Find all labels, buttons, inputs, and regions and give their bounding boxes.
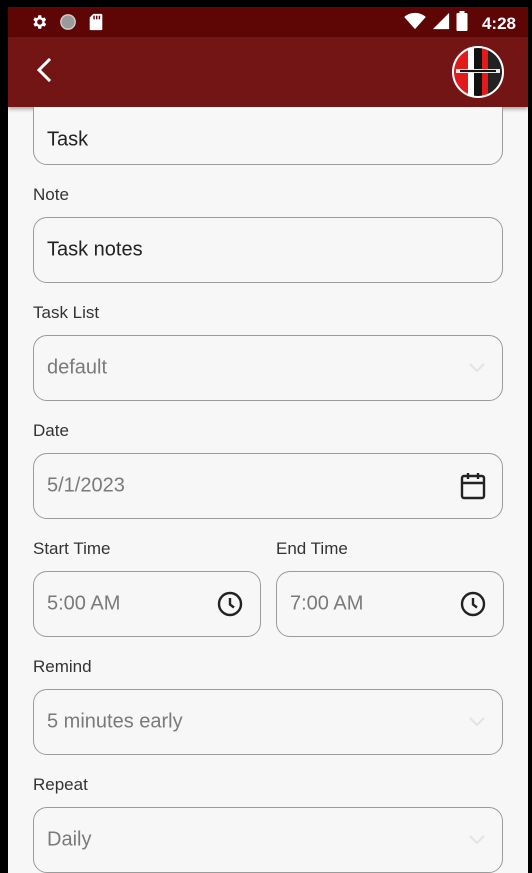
- clock-icon[interactable]: [217, 591, 243, 617]
- remind-dropdown[interactable]: 5 minutes early: [33, 689, 503, 755]
- end-time-value: 7:00 AM: [290, 592, 364, 615]
- date-value: 5/1/2023: [47, 474, 125, 497]
- task-title-value: Task: [47, 128, 89, 151]
- app-bar: [8, 37, 528, 107]
- calendar-icon[interactable]: [460, 472, 486, 500]
- note-label: Note: [33, 185, 69, 204]
- status-bar: 4:28: [8, 7, 528, 37]
- phone-screen: 4:28 Task Note Task notes Task List defa…: [8, 7, 528, 873]
- status-bar-right: 4:28: [404, 11, 516, 36]
- note-value: Task notes: [47, 238, 143, 261]
- cellular-signal-icon: [432, 12, 450, 35]
- end-time-field[interactable]: 7:00 AM: [276, 571, 504, 637]
- date-label: Date: [33, 421, 69, 440]
- start-time-field[interactable]: 5:00 AM: [33, 571, 261, 637]
- note-input[interactable]: Task notes: [33, 217, 503, 283]
- back-button[interactable]: [30, 57, 58, 87]
- repeat-label: Repeat: [33, 775, 88, 794]
- chevron-left-icon: [36, 57, 52, 87]
- remind-value: 5 minutes early: [47, 710, 183, 733]
- sd-card-icon: [88, 13, 104, 36]
- task-list-value: default: [47, 356, 108, 379]
- repeat-value: Daily: [47, 828, 92, 851]
- date-field[interactable]: 5/1/2023: [33, 453, 503, 519]
- chevron-down-icon: [468, 834, 486, 846]
- end-time-label: End Time: [276, 539, 348, 558]
- start-time-label: Start Time: [33, 539, 111, 558]
- remind-label: Remind: [33, 657, 92, 676]
- battery-icon: [456, 11, 468, 36]
- status-bar-left: [30, 13, 104, 36]
- wifi-icon: [404, 12, 426, 35]
- task-list-label: Task List: [33, 303, 100, 322]
- task-title-field[interactable]: Task: [33, 107, 503, 165]
- chevron-down-icon: [468, 362, 486, 374]
- task-list-dropdown[interactable]: default: [33, 335, 503, 401]
- task-form: Task Note Task notes Task List default D…: [8, 107, 528, 873]
- repeat-dropdown[interactable]: Daily: [33, 807, 503, 873]
- gear-icon: [30, 13, 48, 36]
- record-icon: [59, 13, 77, 36]
- status-time: 4:28: [481, 13, 516, 33]
- chevron-down-icon: [468, 716, 486, 728]
- app-logo-avatar[interactable]: [452, 46, 504, 98]
- start-time-value: 5:00 AM: [47, 592, 121, 615]
- clock-icon[interactable]: [460, 591, 486, 617]
